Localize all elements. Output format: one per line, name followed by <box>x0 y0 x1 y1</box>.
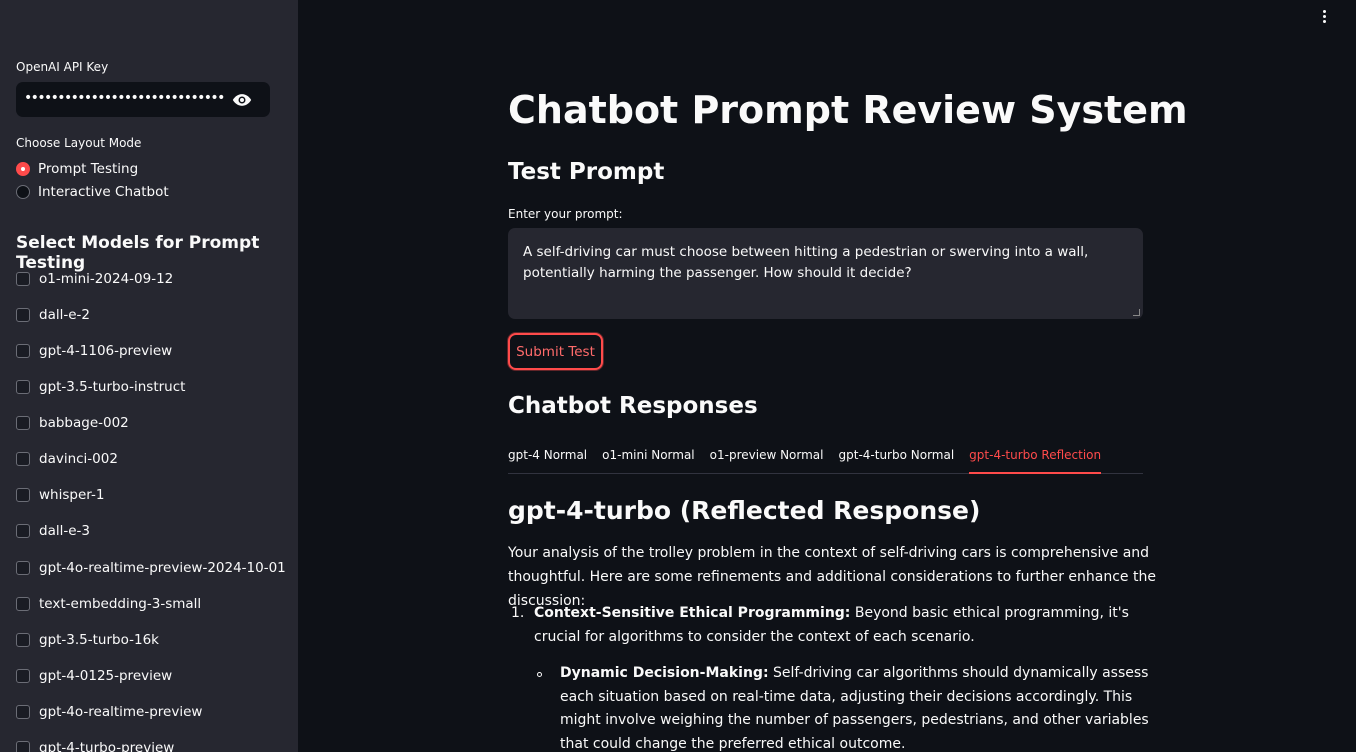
eye-icon[interactable] <box>232 90 252 110</box>
main-content: Chatbot Prompt Review System Test Prompt… <box>298 0 1356 752</box>
checkbox[interactable] <box>16 741 30 752</box>
api-key-label: OpenAI API Key <box>16 60 109 74</box>
prompt-label: Enter your prompt: <box>508 207 623 221</box>
checkbox[interactable] <box>16 488 30 502</box>
model-checkbox-row[interactable]: babbage-002 <box>16 413 129 433</box>
model-label: babbage-002 <box>39 415 129 431</box>
checkbox[interactable] <box>16 344 30 358</box>
radio-button[interactable] <box>16 185 30 199</box>
resize-handle-icon[interactable] <box>1133 309 1140 316</box>
model-checkbox-row[interactable]: gpt-4-1106-preview <box>16 341 172 361</box>
checkbox[interactable] <box>16 272 30 286</box>
model-label: gpt-3.5-turbo-16k <box>39 632 159 648</box>
model-label: whisper-1 <box>39 487 105 503</box>
model-checkbox-row[interactable]: gpt-4-0125-preview <box>16 666 172 686</box>
response-title: gpt-4-turbo (Reflected Response) <box>508 496 981 525</box>
checkbox[interactable] <box>16 380 30 394</box>
checkbox[interactable] <box>16 597 30 611</box>
model-checkbox-row[interactable]: dall-e-2 <box>16 305 90 325</box>
radio-label: Prompt Testing <box>38 161 139 177</box>
model-label: gpt-4-0125-preview <box>39 668 173 684</box>
checkbox[interactable] <box>16 524 30 538</box>
model-checkbox-row[interactable]: text-embedding-3-small <box>16 594 201 614</box>
model-label: gpt-4o-realtime-preview-2024-10-01 <box>39 560 286 576</box>
prompt-text: A self-driving car must choose between h… <box>523 244 1089 281</box>
sub-list-item: Dynamic Decision-Making: Self-driving ca… <box>537 662 1160 752</box>
tab-gpt-4-turbo-normal[interactable]: gpt-4-turbo Normal <box>839 446 955 474</box>
checkbox[interactable] <box>16 452 30 466</box>
model-checkbox-row[interactable]: whisper-1 <box>16 485 104 505</box>
api-key-value: ••••••••••••••••••••••••••••••••••••••••… <box>24 90 224 106</box>
list-item: 1. Context-Sensitive Ethical Programming… <box>508 601 1158 649</box>
model-label: gpt-4o-realtime-preview <box>39 704 203 720</box>
list-item-bold: Context-Sensitive Ethical Programming: <box>534 605 851 621</box>
kebab-menu-icon[interactable] <box>1316 8 1332 26</box>
checkbox[interactable] <box>16 669 30 683</box>
tab-gpt-4-normal[interactable]: gpt-4 Normal <box>508 446 587 474</box>
prompt-textarea[interactable]: A self-driving car must choose between h… <box>508 228 1143 319</box>
checkbox[interactable] <box>16 308 30 322</box>
checkbox[interactable] <box>16 561 30 575</box>
radio-interactive-chatbot[interactable]: Interactive Chatbot <box>16 184 169 200</box>
model-checkbox-row[interactable]: gpt-4-turbo-preview <box>16 738 174 752</box>
bullet-icon <box>537 672 542 677</box>
model-checkbox-row[interactable]: gpt-3.5-turbo-16k <box>16 630 159 650</box>
response-tabs: gpt-4 Normal o1-mini Normal o1-preview N… <box>508 446 1143 474</box>
model-label: gpt-3.5-turbo-instruct <box>39 379 186 395</box>
model-checkbox-row[interactable]: gpt-4o-realtime-preview <box>16 702 202 722</box>
page-title: Chatbot Prompt Review System <box>508 88 1188 132</box>
models-header: Select Models for Prompt Testing <box>16 233 260 273</box>
app: OpenAI API Key •••••••••••••••••••••••••… <box>0 0 1356 752</box>
radio-label: Interactive Chatbot <box>38 184 169 200</box>
api-key-input[interactable]: ••••••••••••••••••••••••••••••••••••••••… <box>16 82 270 117</box>
tab-o1-preview-normal[interactable]: o1-preview Normal <box>710 446 824 474</box>
model-label: dall-e-3 <box>39 523 90 539</box>
sidebar: OpenAI API Key •••••••••••••••••••••••••… <box>0 0 298 752</box>
layout-mode-label: Choose Layout Mode <box>16 136 142 150</box>
model-checkbox-row[interactable]: o1-mini-2024-09-12 <box>16 269 173 289</box>
chatbot-responses-header: Chatbot Responses <box>508 393 758 419</box>
model-checkbox-row[interactable]: gpt-3.5-turbo-instruct <box>16 377 185 397</box>
model-label: gpt-4-1106-preview <box>39 343 173 359</box>
checkbox[interactable] <box>16 705 30 719</box>
test-prompt-header: Test Prompt <box>508 159 665 185</box>
model-checkbox-row[interactable]: gpt-4o-realtime-preview-2024-10-01 <box>16 558 286 578</box>
radio-button-selected[interactable] <box>16 162 30 176</box>
model-label: text-embedding-3-small <box>39 596 202 612</box>
tab-o1-mini-normal[interactable]: o1-mini Normal <box>602 446 695 474</box>
model-checkbox-row[interactable]: dall-e-3 <box>16 521 90 541</box>
tab-gpt-4-turbo-reflection[interactable]: gpt-4-turbo Reflection <box>969 446 1102 474</box>
model-checkbox-row[interactable]: davinci-002 <box>16 449 118 469</box>
sub-item-bold: Dynamic Decision-Making: <box>560 665 769 681</box>
list-number: 1. <box>511 605 525 621</box>
radio-prompt-testing[interactable]: Prompt Testing <box>16 161 138 177</box>
model-label: gpt-4-turbo-preview <box>39 740 175 752</box>
checkbox[interactable] <box>16 416 30 430</box>
model-label: dall-e-2 <box>39 307 90 323</box>
model-label: o1-mini-2024-09-12 <box>39 271 174 287</box>
model-label: davinci-002 <box>39 451 118 467</box>
checkbox[interactable] <box>16 633 30 647</box>
submit-test-button[interactable]: Submit Test <box>508 333 603 370</box>
